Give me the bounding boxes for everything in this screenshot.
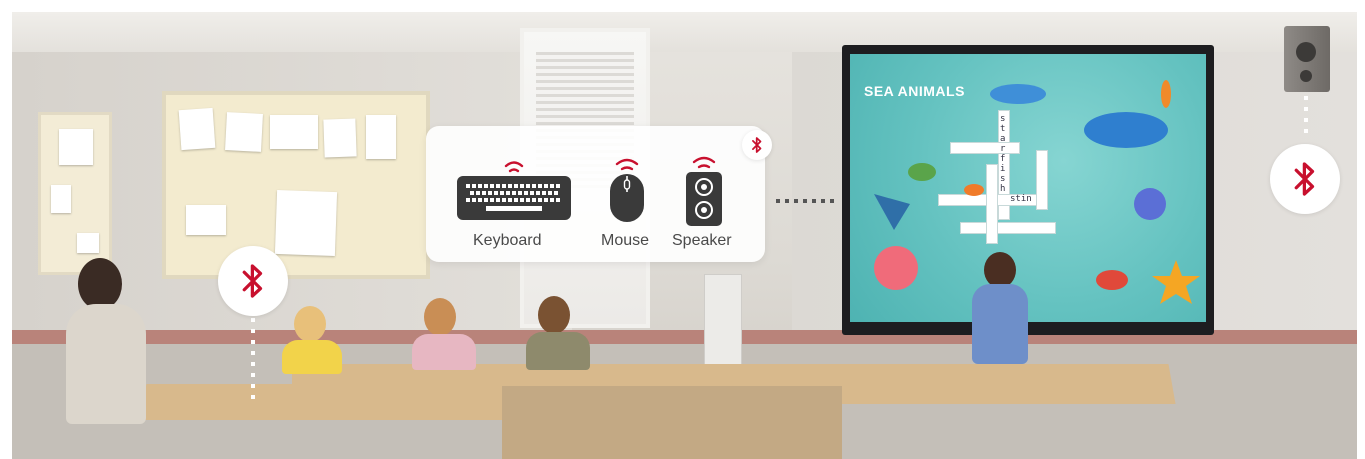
dolphin-icon bbox=[990, 84, 1046, 104]
device-label-mouse: Mouse bbox=[601, 232, 650, 249]
device-speaker bbox=[684, 152, 724, 228]
bluetooth-badge-desk bbox=[218, 246, 288, 316]
stingray-icon bbox=[874, 194, 910, 230]
cabinet bbox=[704, 274, 742, 374]
board-paper bbox=[77, 233, 99, 253]
board-paper bbox=[323, 118, 357, 158]
keyboard-icon bbox=[457, 161, 571, 220]
device-label-speaker: Speaker bbox=[672, 232, 732, 249]
crab-icon bbox=[1096, 270, 1128, 290]
student bbox=[424, 298, 456, 336]
bluetooth-badge-speaker bbox=[1270, 144, 1340, 214]
bluetooth-icon bbox=[1294, 162, 1315, 196]
wall-speaker bbox=[1284, 26, 1330, 92]
desk-front bbox=[502, 386, 842, 459]
bluetooth-devices-panel: Keyboard Mouse Speaker bbox=[426, 126, 772, 262]
student bbox=[538, 296, 570, 334]
interactive-display: SEA ANIMALS starfish stin bbox=[842, 45, 1214, 335]
student-body bbox=[972, 284, 1028, 364]
whale-icon bbox=[1084, 112, 1168, 148]
bluetooth-badge-panel bbox=[742, 130, 772, 160]
board-paper bbox=[270, 115, 318, 149]
small-board bbox=[38, 112, 112, 275]
display-screen: SEA ANIMALS starfish stin bbox=[850, 54, 1206, 322]
connection-dots bbox=[776, 199, 834, 203]
student-body bbox=[282, 340, 342, 374]
teacher bbox=[78, 258, 122, 310]
student-body bbox=[412, 334, 476, 370]
mouse-icon bbox=[610, 158, 644, 222]
board-paper bbox=[59, 129, 93, 165]
jellyfish-icon bbox=[1134, 188, 1166, 220]
fish-icon bbox=[964, 184, 984, 196]
student bbox=[294, 306, 326, 342]
connection-dots bbox=[1304, 96, 1308, 136]
seahorse-icon bbox=[1161, 80, 1171, 108]
board-paper bbox=[225, 112, 263, 152]
device-mouse bbox=[607, 154, 647, 226]
sea-animals-illustration bbox=[874, 80, 1200, 304]
board-paper bbox=[51, 185, 71, 213]
teacher-body bbox=[66, 304, 146, 424]
desk bbox=[137, 384, 527, 420]
board-paper bbox=[274, 189, 338, 257]
bluetooth-icon bbox=[242, 264, 263, 298]
octopus-icon bbox=[874, 246, 918, 290]
starfish-icon bbox=[1152, 260, 1200, 304]
student-at-board bbox=[984, 252, 1016, 288]
bluetooth-icon bbox=[752, 137, 762, 153]
board-paper bbox=[366, 115, 396, 159]
device-label-keyboard: Keyboard bbox=[473, 232, 542, 249]
student-body bbox=[526, 332, 590, 370]
board-paper bbox=[178, 107, 216, 151]
turtle-icon bbox=[908, 163, 936, 181]
board-paper bbox=[186, 205, 226, 235]
speaker-icon bbox=[686, 156, 722, 226]
device-keyboard bbox=[456, 154, 572, 224]
connection-dots bbox=[251, 318, 255, 404]
bulletin-board bbox=[162, 91, 430, 279]
